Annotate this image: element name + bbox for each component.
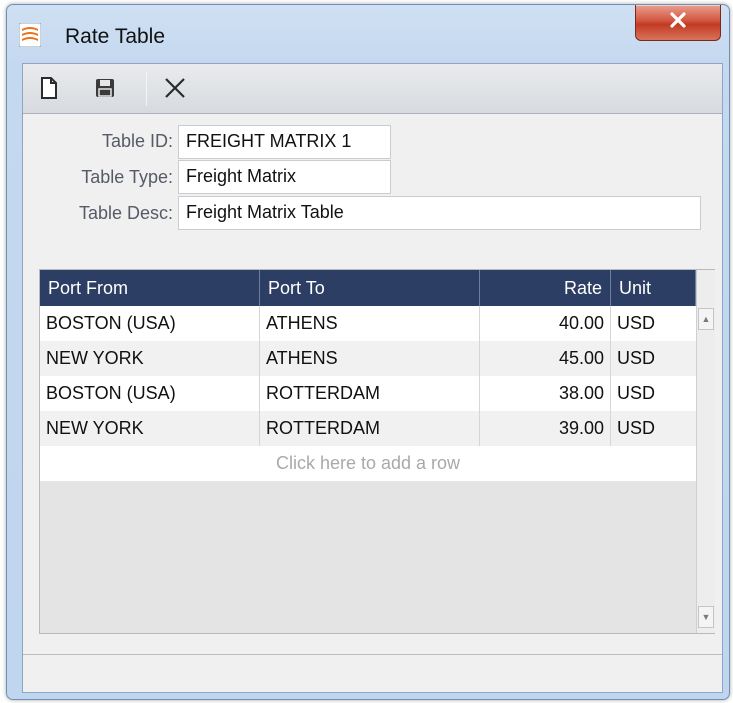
new-button[interactable] (33, 74, 65, 106)
stack-layers-icon (18, 22, 42, 48)
cell-unit[interactable]: USD (611, 341, 696, 376)
cell-port-from[interactable]: BOSTON (USA) (40, 376, 260, 411)
window-title: Rate Table (65, 25, 166, 48)
arrow-up-icon: ▲ (701, 314, 711, 324)
table-id-label: Table ID: (101, 131, 173, 151)
window-content: Table ID: FREIGHT MATRIX 1 Table Type: F… (22, 63, 723, 693)
title-bar[interactable]: Rate Table (7, 5, 729, 63)
cell-rate[interactable]: 38.00 (480, 376, 611, 411)
rate-table-window: Rate Table Table ID: FREIGHT MATRIX 1 Ta… (6, 4, 730, 700)
cell-unit[interactable]: USD (611, 411, 696, 446)
column-header-port-from[interactable]: Port From (40, 270, 260, 306)
grid-header-corner (696, 270, 715, 306)
save-button[interactable] (89, 74, 121, 106)
column-header-unit[interactable]: Unit (611, 270, 696, 306)
cell-port-to[interactable]: ATHENS (260, 341, 480, 376)
table-row[interactable]: BOSTON (USA) ATHENS 40.00 USD (40, 306, 696, 341)
delete-x-icon (163, 76, 187, 105)
scroll-down-button[interactable]: ▼ (698, 606, 714, 628)
cell-unit[interactable]: USD (611, 306, 696, 341)
delete-button[interactable] (159, 74, 191, 106)
arrow-down-icon: ▼ (701, 612, 711, 622)
column-header-rate[interactable]: Rate (480, 270, 611, 306)
cell-port-from[interactable]: NEW YORK (40, 411, 260, 446)
table-desc-field[interactable]: Freight Matrix Table (178, 196, 701, 230)
new-document-icon (39, 76, 59, 105)
cell-port-to[interactable]: ROTTERDAM (260, 376, 480, 411)
cell-port-to[interactable]: ROTTERDAM (260, 411, 480, 446)
toolbar (23, 64, 722, 114)
table-row[interactable]: BOSTON (USA) ROTTERDAM 38.00 USD (40, 376, 696, 411)
table-desc-label: Table Desc: (78, 203, 173, 223)
table-row[interactable]: NEW YORK ATHENS 45.00 USD (40, 341, 696, 376)
save-disk-icon (94, 77, 116, 104)
vertical-scrollbar[interactable]: ▲ ▼ (696, 306, 715, 633)
cell-rate[interactable]: 39.00 (480, 411, 611, 446)
scroll-up-button[interactable]: ▲ (698, 308, 714, 330)
cell-unit[interactable]: USD (611, 376, 696, 411)
status-bar (23, 654, 722, 692)
toolbar-separator (146, 72, 147, 106)
table-id-field[interactable]: FREIGHT MATRIX 1 (178, 125, 391, 159)
cell-rate[interactable]: 40.00 (480, 306, 611, 341)
table-row[interactable]: NEW YORK ROTTERDAM 39.00 USD (40, 411, 696, 446)
add-row-button[interactable]: Click here to add a row (40, 446, 696, 481)
table-type-label: Table Type: (81, 167, 173, 187)
grid-header: Port From Port To Rate Unit (40, 270, 696, 306)
cell-port-from[interactable]: BOSTON (USA) (40, 306, 260, 341)
cell-rate[interactable]: 45.00 (480, 341, 611, 376)
column-header-port-to[interactable]: Port To (260, 270, 480, 306)
close-x-icon (669, 12, 687, 33)
cell-port-to[interactable]: ATHENS (260, 306, 480, 341)
cell-port-from[interactable]: NEW YORK (40, 341, 260, 376)
table-type-field[interactable]: Freight Matrix (178, 160, 391, 194)
close-button[interactable] (635, 5, 721, 41)
rate-grid: Port From Port To Rate Unit BOSTON (USA)… (39, 269, 715, 634)
